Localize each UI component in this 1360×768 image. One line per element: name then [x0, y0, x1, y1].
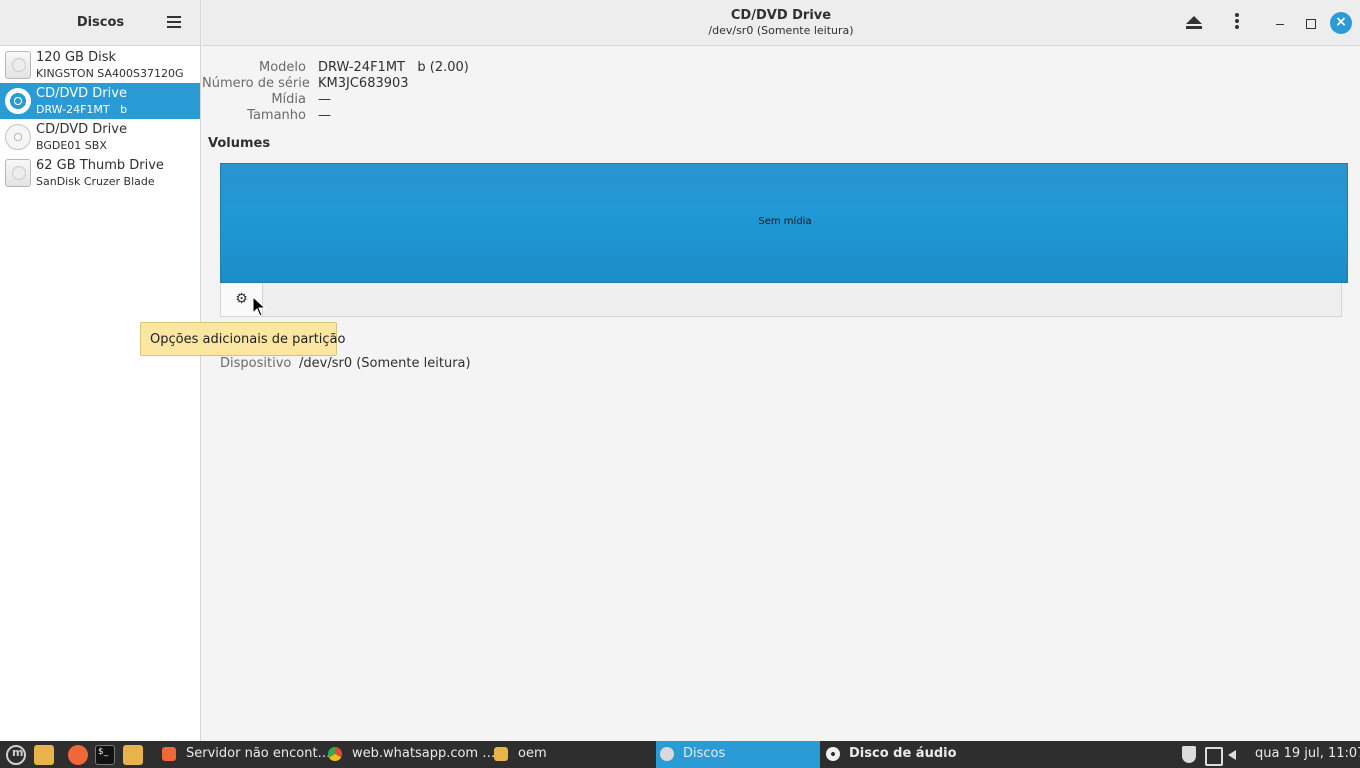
mouse-cursor-icon: [252, 296, 267, 317]
size-label: Tamanho: [247, 108, 306, 123]
eject-button[interactable]: [1182, 11, 1206, 35]
terminal-icon[interactable]: [95, 745, 115, 765]
drive-details: Modelo DRW-24F1MT b (2.00) Número de sér…: [202, 47, 1360, 741]
optical-drive-icon: [5, 124, 31, 150]
header-bar: CD/DVD Drive /dev/sr0 (Somente leitura) …: [202, 0, 1360, 46]
task-chrome[interactable]: web.whatsapp.com …: [328, 741, 495, 768]
volume-icon[interactable]: [1227, 746, 1245, 764]
device-label: Dispositivo: [220, 356, 292, 371]
menu-icon[interactable]: [163, 14, 185, 32]
audio-disc-icon: [826, 747, 840, 761]
model-label: Modelo: [259, 60, 306, 75]
volume-label: Sem mídia: [758, 216, 812, 227]
close-button[interactable]: ×: [1330, 12, 1352, 34]
minimize-button[interactable]: [1268, 11, 1292, 35]
partition-options-tooltip: Opções adicionais de partição: [140, 322, 345, 356]
task-label: web.whatsapp.com …: [352, 746, 496, 761]
disk-item-cd-dvd-1[interactable]: CD/DVD Drive DRW-24F1MT b: [0, 83, 200, 119]
disk-model: SanDisk Cruzer Blade: [36, 175, 155, 188]
serial-label: Número de série: [202, 76, 310, 91]
gear-icon: ⚙: [235, 291, 248, 307]
task-label: Disco de áudio: [849, 746, 957, 761]
volume-toolbar: ⚙: [220, 283, 1342, 317]
disk-name: CD/DVD Drive: [36, 86, 127, 101]
task-label: Servidor não encont…: [186, 746, 331, 761]
network-icon[interactable]: [1204, 746, 1223, 766]
eject-icon: [1186, 16, 1202, 24]
firefox-icon[interactable]: [68, 745, 88, 765]
folder-icon[interactable]: [34, 745, 54, 765]
disk-item-cd-dvd-2[interactable]: CD/DVD Drive BGDE01 SBX: [0, 119, 200, 155]
model-value: DRW-24F1MT b (2.00): [318, 60, 469, 75]
firefox-icon: [162, 747, 176, 761]
disk-item-thumb-drive[interactable]: 62 GB Thumb Drive SanDisk Cruzer Blade: [0, 155, 200, 191]
files-icon[interactable]: [123, 745, 143, 765]
disks-icon: [660, 747, 674, 761]
sidebar-header: Discos: [0, 0, 200, 46]
task-files[interactable]: oem: [494, 741, 644, 768]
task-audio-disc[interactable]: Disco de áudio: [822, 741, 972, 768]
serial-value: KM3JC683903: [318, 76, 409, 91]
drive-options-button[interactable]: [1225, 11, 1249, 35]
mint-menu-icon[interactable]: [6, 745, 26, 765]
media-label: Mídia: [271, 92, 306, 107]
maximize-button[interactable]: [1298, 11, 1322, 35]
task-label: oem: [518, 746, 547, 761]
shield-icon[interactable]: [1180, 746, 1198, 764]
task-label: Discos: [683, 746, 726, 761]
disk-item-120gb[interactable]: 120 GB Disk KINGSTON SA400S37120G: [0, 47, 200, 83]
disk-name: CD/DVD Drive: [36, 122, 127, 137]
hard-disk-icon: [5, 51, 31, 79]
task-firefox[interactable]: Servidor não encont…: [162, 741, 331, 768]
size-value: —: [318, 108, 331, 123]
media-value: —: [318, 92, 331, 107]
disk-sidebar: Discos 120 GB Disk KINGSTON SA400S37120G…: [0, 0, 201, 741]
device-value: /dev/sr0 (Somente leitura): [299, 356, 471, 371]
taskbar: Servidor não encont… web.whatsapp.com … …: [0, 741, 1360, 768]
clock[interactable]: qua 19 jul, 11:07: [1255, 746, 1360, 761]
task-disks[interactable]: Discos: [656, 741, 820, 768]
disk-list: 120 GB Disk KINGSTON SA400S37120G CD/DVD…: [0, 47, 200, 191]
disk-model: DRW-24F1MT b: [36, 103, 128, 116]
chrome-icon: [328, 747, 342, 761]
folder-home-icon: [494, 747, 508, 761]
disk-model: KINGSTON SA400S37120G: [36, 67, 184, 80]
volume-map[interactable]: Sem mídia: [220, 163, 1348, 283]
disk-model: BGDE01 SBX: [36, 139, 107, 152]
disk-name: 62 GB Thumb Drive: [36, 158, 164, 173]
optical-drive-icon: [5, 88, 31, 114]
disk-name: 120 GB Disk: [36, 50, 116, 65]
volumes-heading: Volumes: [208, 136, 271, 151]
usb-drive-icon: [5, 159, 31, 187]
